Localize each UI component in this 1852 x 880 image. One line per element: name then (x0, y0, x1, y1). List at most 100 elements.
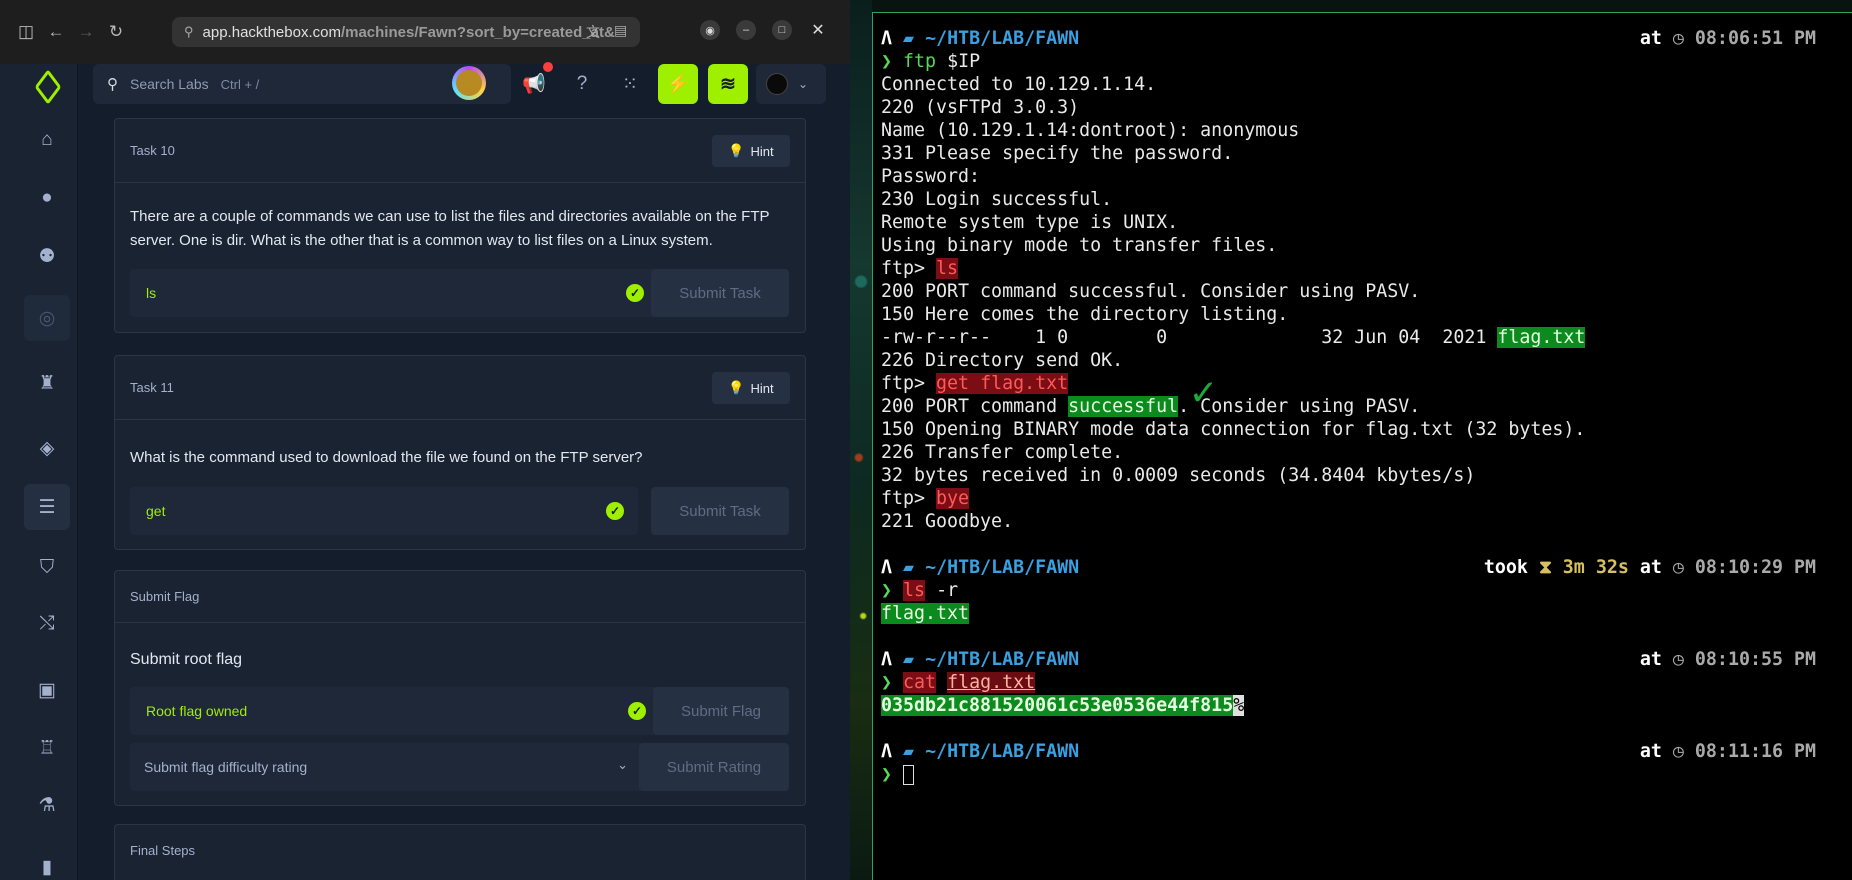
reload-icon[interactable]: ↻ (104, 20, 128, 44)
output-line: 230 Login successful. (881, 189, 1113, 210)
at-label: at (1639, 649, 1662, 670)
user-menu[interactable]: ⌄ (756, 64, 826, 104)
submit-flag-button[interactable]: Submit Flag (653, 687, 789, 735)
arch-icon: Λ (881, 741, 893, 762)
ftp-command-line: ftp> ls (881, 257, 959, 280)
output-line: flag.txt (881, 602, 970, 625)
prompt-right: took ⧗ 3m 32s at ◷ 08:10:29 PM (1484, 556, 1816, 579)
minimize-button[interactable]: – (736, 20, 756, 40)
answer-value: ls (146, 285, 157, 301)
task-card-11: Task 11 💡 Hint What is the command used … (114, 355, 806, 550)
output-line: Password: (881, 166, 981, 187)
search-input[interactable]: ⚲ Search Labs Ctrl + / (93, 64, 511, 104)
machines-icon[interactable]: ☰ (24, 484, 70, 530)
prompt-time: 08:11:16 PM (1694, 741, 1816, 762)
submit-flag-title: Submit root flag (130, 651, 243, 668)
media-icon[interactable]: ▣ (24, 667, 70, 713)
output-line: 226 Transfer complete. (881, 442, 1124, 463)
answer-field[interactable]: ls ✓ (130, 269, 658, 317)
htb-logo-icon[interactable] (34, 69, 62, 105)
home-icon[interactable]: ⌂ (24, 117, 70, 163)
cmd-name: ftp (903, 51, 937, 72)
close-button[interactable]: ✕ (808, 20, 828, 40)
output-highlight: successful (1068, 396, 1179, 417)
prompt-path: ~/HTB/LAB/FAWN (925, 741, 1080, 762)
translate-icon[interactable]: 文 (586, 22, 600, 42)
duration: 3m 32s (1562, 557, 1629, 578)
pathway-icon[interactable]: ⤭ (24, 601, 70, 647)
hint-button[interactable]: 💡 Hint (712, 372, 790, 404)
castle-icon[interactable]: ♜ (24, 360, 70, 406)
app-sidebar: ⌂ ● ⚉ ◎ ♜ ◈ ☰ ⛉ ⤭ ▣ ♖ ⚗ ▮ (0, 64, 78, 880)
flag-field[interactable]: Root flag owned ✓ (130, 687, 660, 735)
submit-task-button[interactable]: Submit Task (651, 269, 789, 317)
back-icon[interactable]: ← (44, 20, 68, 44)
address-bar[interactable]: ⚲ app.hackthebox.com/machines/Fawn?sort_… (172, 17, 640, 47)
avatar[interactable] (452, 66, 486, 100)
user-icon[interactable]: ● (24, 175, 70, 221)
lightbulb-icon: 💡 (728, 380, 745, 395)
command-line: ❯ ls -r (881, 579, 958, 602)
output-line: 32 bytes received in 0.0009 seconds (34.… (881, 465, 1476, 486)
wifi-icon[interactable]: ≋ (708, 64, 748, 104)
site-info-icon[interactable]: ⚲ (184, 24, 194, 40)
folder-icon: ▰ (903, 28, 915, 49)
hint-label: Hint (750, 143, 774, 159)
command-line: ❯ ftp $IP (881, 50, 980, 73)
direction-icon[interactable]: ◈ (24, 425, 70, 471)
at-label: at (1639, 557, 1662, 578)
desktop-wallpaper (850, 0, 872, 880)
users-icon[interactable]: ⚉ (24, 233, 70, 279)
output-line: 331 Please specify the password. (881, 143, 1234, 164)
chevron-down-icon: ⌄ (617, 757, 628, 772)
prompt-arrow-icon: ❯ (881, 580, 893, 601)
hint-button[interactable]: 💡 Hint (712, 135, 790, 167)
prompt-time: 08:10:29 PM (1694, 557, 1816, 578)
difficulty-rating-select[interactable]: Submit flag difficulty rating ⌄ (130, 743, 646, 791)
prompt-arrow-icon: ❯ (881, 51, 893, 72)
flag-output-line: 035db21c881520061c53e0536e44f815% (881, 694, 1245, 717)
listing-meta: -rw-r--r-- 1 0 0 32 Jun 04 2021 (881, 327, 1487, 348)
terminal-window[interactable]: Λ ▰ ~/HTB/LAB/FAWN at ◷ 08:06:51 PM ❯ ft… (872, 12, 1852, 880)
record-icon[interactable]: ◉ (700, 20, 720, 40)
forward-icon[interactable]: → (74, 20, 98, 44)
ftp-command-line: ftp> bye (881, 487, 970, 510)
target-icon[interactable]: ◎ (24, 295, 70, 341)
command-line[interactable]: ❯ (881, 763, 915, 786)
rating-placeholder: Submit flag difficulty rating (144, 759, 308, 775)
shield-icon[interactable]: ⛉ (24, 545, 70, 591)
clock-icon: ◷ (1672, 28, 1684, 49)
output-line: Name (10.129.1.14:dontroot): anonymous (881, 120, 1300, 141)
maximize-button[interactable]: □ (772, 20, 792, 40)
bolt-icon[interactable]: ⚡ (658, 64, 698, 104)
output-line: Using binary mode to transfer files. (881, 235, 1278, 256)
fortress-icon[interactable]: ♖ (24, 725, 70, 771)
prompt-path: ~/HTB/LAB/FAWN (925, 28, 1080, 49)
output-part: 200 PORT command (881, 396, 1069, 417)
url-host: app.hackthebox.com (202, 23, 341, 41)
help-icon[interactable]: ? (562, 64, 602, 104)
submit-task-button[interactable]: Submit Task (651, 487, 789, 535)
apps-grid-icon[interactable]: ⁙ (610, 64, 650, 104)
prompt-line: Λ ▰ ~/HTB/LAB/FAWN (881, 648, 1079, 671)
prompt-line: Λ ▰ ~/HTB/LAB/FAWN (881, 27, 1079, 50)
listing-file: flag.txt (1497, 327, 1586, 348)
chart-icon[interactable]: ▮ (24, 844, 70, 880)
hint-label: Hint (750, 380, 774, 396)
listing-line: -rw-r--r-- 1 0 0 32 Jun 04 2021 flag.txt (881, 326, 1586, 349)
reader-mode-icon[interactable]: ▤ (614, 22, 627, 42)
answer-value: get (146, 503, 166, 519)
lab-flask-icon[interactable]: ⚗ (24, 782, 70, 828)
ftp-cmd: get flag.txt (936, 373, 1069, 394)
submit-flag-header: Submit Flag (115, 571, 805, 623)
sidebar-toggle-icon[interactable]: ◫ (14, 20, 38, 44)
prompt-path: ~/HTB/LAB/FAWN (925, 649, 1080, 670)
submit-rating-button[interactable]: Submit Rating (639, 743, 789, 791)
clock-icon: ◷ (1672, 557, 1684, 578)
ftp-command-line: ftp> get flag.txt (881, 372, 1069, 395)
task-label: Task 10 (130, 143, 175, 158)
answer-field[interactable]: get ✓ (130, 487, 638, 535)
terminal-cursor[interactable] (903, 765, 915, 785)
ftp-cmd: ls (936, 258, 959, 279)
submit-flag-card: Submit Flag Submit root flag Root flag o… (114, 570, 806, 806)
